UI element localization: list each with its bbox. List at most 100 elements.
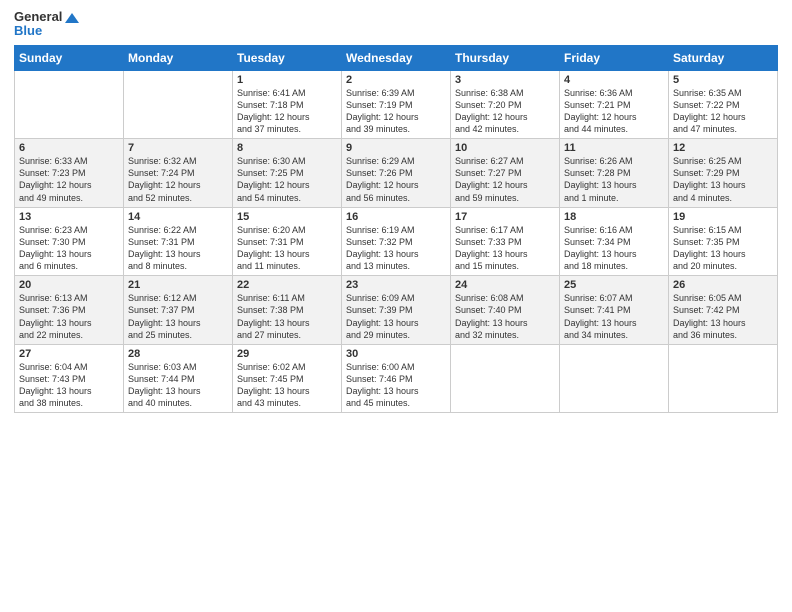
calendar-cell: 15Sunrise: 6:20 AM Sunset: 7:31 PM Dayli… bbox=[233, 207, 342, 276]
day-info: Sunrise: 6:36 AM Sunset: 7:21 PM Dayligh… bbox=[564, 87, 664, 136]
calendar-week-1: 1Sunrise: 6:41 AM Sunset: 7:18 PM Daylig… bbox=[15, 70, 778, 139]
calendar-cell: 5Sunrise: 6:35 AM Sunset: 7:22 PM Daylig… bbox=[669, 70, 778, 139]
weekday-header-saturday: Saturday bbox=[669, 45, 778, 70]
calendar-cell bbox=[560, 344, 669, 413]
calendar-cell bbox=[15, 70, 124, 139]
day-number: 16 bbox=[346, 211, 446, 223]
calendar-cell bbox=[451, 344, 560, 413]
calendar-cell: 30Sunrise: 6:00 AM Sunset: 7:46 PM Dayli… bbox=[342, 344, 451, 413]
day-number: 30 bbox=[346, 348, 446, 360]
day-info: Sunrise: 6:05 AM Sunset: 7:42 PM Dayligh… bbox=[673, 292, 773, 341]
day-info: Sunrise: 6:02 AM Sunset: 7:45 PM Dayligh… bbox=[237, 361, 337, 410]
page: General Blue SundayMondayTuesdayWednesda… bbox=[0, 0, 792, 612]
day-info: Sunrise: 6:17 AM Sunset: 7:33 PM Dayligh… bbox=[455, 224, 555, 273]
day-info: Sunrise: 6:30 AM Sunset: 7:25 PM Dayligh… bbox=[237, 155, 337, 204]
day-number: 27 bbox=[19, 348, 119, 360]
calendar-cell: 17Sunrise: 6:17 AM Sunset: 7:33 PM Dayli… bbox=[451, 207, 560, 276]
day-number: 17 bbox=[455, 211, 555, 223]
day-number: 23 bbox=[346, 279, 446, 291]
calendar-cell: 4Sunrise: 6:36 AM Sunset: 7:21 PM Daylig… bbox=[560, 70, 669, 139]
calendar-week-2: 6Sunrise: 6:33 AM Sunset: 7:23 PM Daylig… bbox=[15, 139, 778, 208]
day-info: Sunrise: 6:22 AM Sunset: 7:31 PM Dayligh… bbox=[128, 224, 228, 273]
day-info: Sunrise: 6:39 AM Sunset: 7:19 PM Dayligh… bbox=[346, 87, 446, 136]
day-number: 18 bbox=[564, 211, 664, 223]
day-info: Sunrise: 6:19 AM Sunset: 7:32 PM Dayligh… bbox=[346, 224, 446, 273]
day-number: 12 bbox=[673, 142, 773, 154]
day-info: Sunrise: 6:08 AM Sunset: 7:40 PM Dayligh… bbox=[455, 292, 555, 341]
day-number: 8 bbox=[237, 142, 337, 154]
calendar-table: SundayMondayTuesdayWednesdayThursdayFrid… bbox=[14, 45, 778, 414]
day-info: Sunrise: 6:41 AM Sunset: 7:18 PM Dayligh… bbox=[237, 87, 337, 136]
calendar-cell bbox=[669, 344, 778, 413]
day-info: Sunrise: 6:16 AM Sunset: 7:34 PM Dayligh… bbox=[564, 224, 664, 273]
day-info: Sunrise: 6:26 AM Sunset: 7:28 PM Dayligh… bbox=[564, 155, 664, 204]
calendar-cell: 16Sunrise: 6:19 AM Sunset: 7:32 PM Dayli… bbox=[342, 207, 451, 276]
calendar-cell bbox=[124, 70, 233, 139]
calendar-cell: 21Sunrise: 6:12 AM Sunset: 7:37 PM Dayli… bbox=[124, 276, 233, 345]
day-number: 6 bbox=[19, 142, 119, 154]
day-info: Sunrise: 6:15 AM Sunset: 7:35 PM Dayligh… bbox=[673, 224, 773, 273]
day-info: Sunrise: 6:32 AM Sunset: 7:24 PM Dayligh… bbox=[128, 155, 228, 204]
day-number: 4 bbox=[564, 74, 664, 86]
day-info: Sunrise: 6:35 AM Sunset: 7:22 PM Dayligh… bbox=[673, 87, 773, 136]
day-number: 28 bbox=[128, 348, 228, 360]
calendar-cell: 24Sunrise: 6:08 AM Sunset: 7:40 PM Dayli… bbox=[451, 276, 560, 345]
day-info: Sunrise: 6:29 AM Sunset: 7:26 PM Dayligh… bbox=[346, 155, 446, 204]
calendar-cell: 8Sunrise: 6:30 AM Sunset: 7:25 PM Daylig… bbox=[233, 139, 342, 208]
day-number: 11 bbox=[564, 142, 664, 154]
calendar-cell: 26Sunrise: 6:05 AM Sunset: 7:42 PM Dayli… bbox=[669, 276, 778, 345]
calendar-cell: 9Sunrise: 6:29 AM Sunset: 7:26 PM Daylig… bbox=[342, 139, 451, 208]
day-info: Sunrise: 6:07 AM Sunset: 7:41 PM Dayligh… bbox=[564, 292, 664, 341]
logo-text: General Blue bbox=[14, 10, 79, 39]
day-info: Sunrise: 6:03 AM Sunset: 7:44 PM Dayligh… bbox=[128, 361, 228, 410]
header: General Blue bbox=[14, 10, 778, 39]
day-number: 20 bbox=[19, 279, 119, 291]
calendar-cell: 19Sunrise: 6:15 AM Sunset: 7:35 PM Dayli… bbox=[669, 207, 778, 276]
calendar-cell: 14Sunrise: 6:22 AM Sunset: 7:31 PM Dayli… bbox=[124, 207, 233, 276]
calendar-cell: 10Sunrise: 6:27 AM Sunset: 7:27 PM Dayli… bbox=[451, 139, 560, 208]
calendar-cell: 20Sunrise: 6:13 AM Sunset: 7:36 PM Dayli… bbox=[15, 276, 124, 345]
calendar-cell: 18Sunrise: 6:16 AM Sunset: 7:34 PM Dayli… bbox=[560, 207, 669, 276]
calendar-cell: 3Sunrise: 6:38 AM Sunset: 7:20 PM Daylig… bbox=[451, 70, 560, 139]
weekday-header-sunday: Sunday bbox=[15, 45, 124, 70]
day-number: 7 bbox=[128, 142, 228, 154]
weekday-header-row: SundayMondayTuesdayWednesdayThursdayFrid… bbox=[15, 45, 778, 70]
calendar-cell: 29Sunrise: 6:02 AM Sunset: 7:45 PM Dayli… bbox=[233, 344, 342, 413]
day-number: 25 bbox=[564, 279, 664, 291]
day-number: 3 bbox=[455, 74, 555, 86]
day-number: 22 bbox=[237, 279, 337, 291]
day-number: 29 bbox=[237, 348, 337, 360]
day-info: Sunrise: 6:13 AM Sunset: 7:36 PM Dayligh… bbox=[19, 292, 119, 341]
calendar-week-5: 27Sunrise: 6:04 AM Sunset: 7:43 PM Dayli… bbox=[15, 344, 778, 413]
weekday-header-monday: Monday bbox=[124, 45, 233, 70]
day-info: Sunrise: 6:00 AM Sunset: 7:46 PM Dayligh… bbox=[346, 361, 446, 410]
day-info: Sunrise: 6:12 AM Sunset: 7:37 PM Dayligh… bbox=[128, 292, 228, 341]
logo: General Blue bbox=[14, 10, 79, 39]
day-info: Sunrise: 6:04 AM Sunset: 7:43 PM Dayligh… bbox=[19, 361, 119, 410]
day-number: 15 bbox=[237, 211, 337, 223]
day-number: 19 bbox=[673, 211, 773, 223]
calendar-cell: 22Sunrise: 6:11 AM Sunset: 7:38 PM Dayli… bbox=[233, 276, 342, 345]
calendar-cell: 28Sunrise: 6:03 AM Sunset: 7:44 PM Dayli… bbox=[124, 344, 233, 413]
calendar-cell: 25Sunrise: 6:07 AM Sunset: 7:41 PM Dayli… bbox=[560, 276, 669, 345]
calendar-cell: 11Sunrise: 6:26 AM Sunset: 7:28 PM Dayli… bbox=[560, 139, 669, 208]
calendar-cell: 1Sunrise: 6:41 AM Sunset: 7:18 PM Daylig… bbox=[233, 70, 342, 139]
day-info: Sunrise: 6:23 AM Sunset: 7:30 PM Dayligh… bbox=[19, 224, 119, 273]
weekday-header-tuesday: Tuesday bbox=[233, 45, 342, 70]
day-info: Sunrise: 6:33 AM Sunset: 7:23 PM Dayligh… bbox=[19, 155, 119, 204]
calendar-week-3: 13Sunrise: 6:23 AM Sunset: 7:30 PM Dayli… bbox=[15, 207, 778, 276]
day-number: 14 bbox=[128, 211, 228, 223]
day-number: 1 bbox=[237, 74, 337, 86]
calendar-cell: 2Sunrise: 6:39 AM Sunset: 7:19 PM Daylig… bbox=[342, 70, 451, 139]
day-info: Sunrise: 6:11 AM Sunset: 7:38 PM Dayligh… bbox=[237, 292, 337, 341]
calendar-week-4: 20Sunrise: 6:13 AM Sunset: 7:36 PM Dayli… bbox=[15, 276, 778, 345]
day-number: 9 bbox=[346, 142, 446, 154]
day-number: 10 bbox=[455, 142, 555, 154]
day-number: 26 bbox=[673, 279, 773, 291]
day-info: Sunrise: 6:27 AM Sunset: 7:27 PM Dayligh… bbox=[455, 155, 555, 204]
calendar-cell: 7Sunrise: 6:32 AM Sunset: 7:24 PM Daylig… bbox=[124, 139, 233, 208]
calendar-cell: 13Sunrise: 6:23 AM Sunset: 7:30 PM Dayli… bbox=[15, 207, 124, 276]
day-info: Sunrise: 6:09 AM Sunset: 7:39 PM Dayligh… bbox=[346, 292, 446, 341]
day-number: 2 bbox=[346, 74, 446, 86]
day-info: Sunrise: 6:25 AM Sunset: 7:29 PM Dayligh… bbox=[673, 155, 773, 204]
